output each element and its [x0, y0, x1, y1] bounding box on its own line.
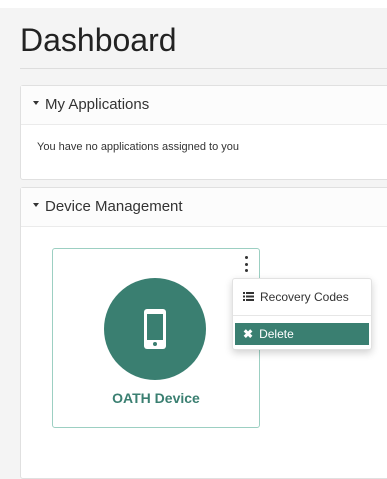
kebab-menu-icon[interactable]: [242, 256, 250, 272]
recovery-codes-label: Recovery Codes: [260, 290, 349, 304]
close-icon: ✖: [243, 327, 254, 341]
menu-item-recovery-codes[interactable]: Recovery Codes: [235, 286, 369, 308]
top-edge: [0, 0, 387, 8]
caret-down-icon: [33, 203, 39, 208]
device-icon-circle: [104, 278, 206, 380]
delete-label: Delete: [259, 327, 294, 341]
menu-divider: [233, 315, 371, 316]
device-management-title: Device Management: [45, 198, 183, 215]
device-management-header[interactable]: Device Management: [21, 188, 387, 227]
device-actions-menu: Recovery Codes ✖ Delete: [232, 278, 372, 350]
title-divider: [20, 68, 387, 69]
my-applications-panel: My Applications You have no applications…: [20, 85, 387, 180]
applications-empty-message: You have no applications assigned to you: [37, 141, 240, 153]
my-applications-header[interactable]: My Applications: [21, 86, 387, 125]
my-applications-title: My Applications: [45, 96, 150, 113]
page-title: Dashboard: [20, 22, 177, 58]
device-name: OATH Device: [112, 390, 200, 406]
smartphone-icon: [144, 309, 166, 349]
caret-down-icon: [33, 101, 39, 106]
device-card[interactable]: OATH Device: [52, 248, 260, 428]
list-icon: [243, 292, 254, 302]
menu-item-delete[interactable]: ✖ Delete: [235, 323, 369, 345]
